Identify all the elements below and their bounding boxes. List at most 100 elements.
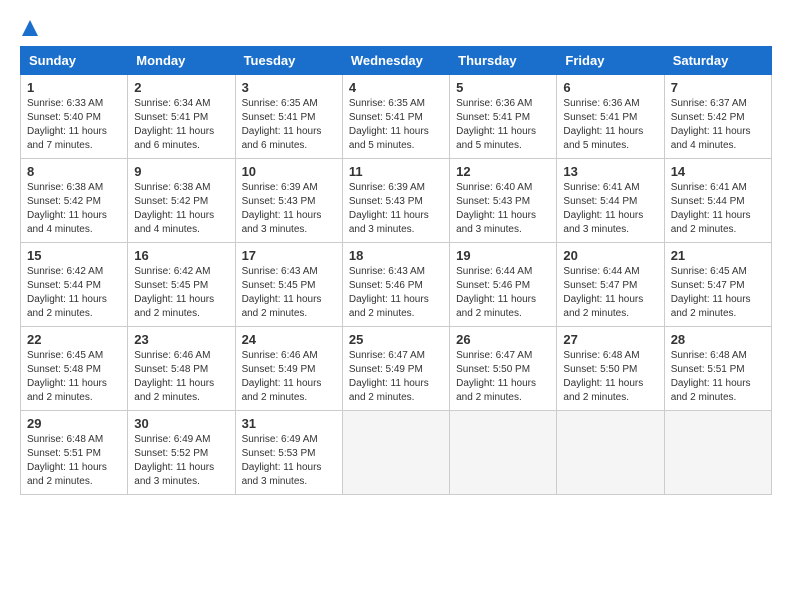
calendar-table: SundayMondayTuesdayWednesdayThursdayFrid… — [20, 46, 772, 495]
day-number: 2 — [134, 80, 228, 95]
day-number: 12 — [456, 164, 550, 179]
weekday-header-thursday: Thursday — [450, 47, 557, 75]
day-cell-27: 27 Sunrise: 6:48 AMSunset: 5:50 PMDaylig… — [557, 327, 664, 411]
day-number: 17 — [242, 248, 336, 263]
day-cell-11: 11 Sunrise: 6:39 AMSunset: 5:43 PMDaylig… — [342, 159, 449, 243]
calendar-week-1: 1 Sunrise: 6:33 AMSunset: 5:40 PMDayligh… — [21, 75, 772, 159]
page-header — [20, 20, 772, 36]
empty-cell — [450, 411, 557, 495]
day-info: Sunrise: 6:36 AMSunset: 5:41 PMDaylight:… — [563, 98, 643, 151]
day-number: 5 — [456, 80, 550, 95]
day-number: 4 — [349, 80, 443, 95]
day-info: Sunrise: 6:39 AMSunset: 5:43 PMDaylight:… — [349, 182, 429, 235]
logo — [20, 20, 38, 36]
day-number: 24 — [242, 332, 336, 347]
day-number: 28 — [671, 332, 765, 347]
day-info: Sunrise: 6:35 AMSunset: 5:41 PMDaylight:… — [349, 98, 429, 151]
day-cell-15: 15 Sunrise: 6:42 AMSunset: 5:44 PMDaylig… — [21, 243, 128, 327]
day-cell-6: 6 Sunrise: 6:36 AMSunset: 5:41 PMDayligh… — [557, 75, 664, 159]
day-info: Sunrise: 6:42 AMSunset: 5:45 PMDaylight:… — [134, 266, 214, 319]
day-cell-24: 24 Sunrise: 6:46 AMSunset: 5:49 PMDaylig… — [235, 327, 342, 411]
day-number: 21 — [671, 248, 765, 263]
calendar-week-3: 15 Sunrise: 6:42 AMSunset: 5:44 PMDaylig… — [21, 243, 772, 327]
weekday-header-sunday: Sunday — [21, 47, 128, 75]
day-info: Sunrise: 6:45 AMSunset: 5:47 PMDaylight:… — [671, 266, 751, 319]
empty-cell — [664, 411, 771, 495]
day-info: Sunrise: 6:35 AMSunset: 5:41 PMDaylight:… — [242, 98, 322, 151]
day-cell-7: 7 Sunrise: 6:37 AMSunset: 5:42 PMDayligh… — [664, 75, 771, 159]
empty-cell — [557, 411, 664, 495]
day-info: Sunrise: 6:46 AMSunset: 5:49 PMDaylight:… — [242, 350, 322, 403]
day-number: 8 — [27, 164, 121, 179]
day-info: Sunrise: 6:49 AMSunset: 5:52 PMDaylight:… — [134, 434, 214, 487]
calendar-week-5: 29 Sunrise: 6:48 AMSunset: 5:51 PMDaylig… — [21, 411, 772, 495]
weekday-header-tuesday: Tuesday — [235, 47, 342, 75]
day-cell-21: 21 Sunrise: 6:45 AMSunset: 5:47 PMDaylig… — [664, 243, 771, 327]
day-number: 25 — [349, 332, 443, 347]
day-number: 23 — [134, 332, 228, 347]
day-number: 11 — [349, 164, 443, 179]
day-info: Sunrise: 6:42 AMSunset: 5:44 PMDaylight:… — [27, 266, 107, 319]
weekday-header-saturday: Saturday — [664, 47, 771, 75]
day-cell-25: 25 Sunrise: 6:47 AMSunset: 5:49 PMDaylig… — [342, 327, 449, 411]
calendar-week-2: 8 Sunrise: 6:38 AMSunset: 5:42 PMDayligh… — [21, 159, 772, 243]
day-cell-30: 30 Sunrise: 6:49 AMSunset: 5:52 PMDaylig… — [128, 411, 235, 495]
day-info: Sunrise: 6:48 AMSunset: 5:50 PMDaylight:… — [563, 350, 643, 403]
day-cell-10: 10 Sunrise: 6:39 AMSunset: 5:43 PMDaylig… — [235, 159, 342, 243]
day-cell-13: 13 Sunrise: 6:41 AMSunset: 5:44 PMDaylig… — [557, 159, 664, 243]
day-number: 10 — [242, 164, 336, 179]
day-number: 9 — [134, 164, 228, 179]
day-info: Sunrise: 6:41 AMSunset: 5:44 PMDaylight:… — [671, 182, 751, 235]
day-number: 18 — [349, 248, 443, 263]
day-number: 16 — [134, 248, 228, 263]
day-number: 22 — [27, 332, 121, 347]
day-cell-20: 20 Sunrise: 6:44 AMSunset: 5:47 PMDaylig… — [557, 243, 664, 327]
day-number: 13 — [563, 164, 657, 179]
day-info: Sunrise: 6:39 AMSunset: 5:43 PMDaylight:… — [242, 182, 322, 235]
day-info: Sunrise: 6:44 AMSunset: 5:47 PMDaylight:… — [563, 266, 643, 319]
day-cell-16: 16 Sunrise: 6:42 AMSunset: 5:45 PMDaylig… — [128, 243, 235, 327]
day-cell-23: 23 Sunrise: 6:46 AMSunset: 5:48 PMDaylig… — [128, 327, 235, 411]
day-cell-18: 18 Sunrise: 6:43 AMSunset: 5:46 PMDaylig… — [342, 243, 449, 327]
day-cell-29: 29 Sunrise: 6:48 AMSunset: 5:51 PMDaylig… — [21, 411, 128, 495]
day-number: 15 — [27, 248, 121, 263]
day-info: Sunrise: 6:48 AMSunset: 5:51 PMDaylight:… — [671, 350, 751, 403]
empty-cell — [342, 411, 449, 495]
day-info: Sunrise: 6:43 AMSunset: 5:46 PMDaylight:… — [349, 266, 429, 319]
day-cell-4: 4 Sunrise: 6:35 AMSunset: 5:41 PMDayligh… — [342, 75, 449, 159]
calendar-week-4: 22 Sunrise: 6:45 AMSunset: 5:48 PMDaylig… — [21, 327, 772, 411]
day-cell-5: 5 Sunrise: 6:36 AMSunset: 5:41 PMDayligh… — [450, 75, 557, 159]
day-number: 27 — [563, 332, 657, 347]
day-info: Sunrise: 6:33 AMSunset: 5:40 PMDaylight:… — [27, 98, 107, 151]
day-info: Sunrise: 6:34 AMSunset: 5:41 PMDaylight:… — [134, 98, 214, 151]
day-number: 19 — [456, 248, 550, 263]
day-cell-9: 9 Sunrise: 6:38 AMSunset: 5:42 PMDayligh… — [128, 159, 235, 243]
day-cell-26: 26 Sunrise: 6:47 AMSunset: 5:50 PMDaylig… — [450, 327, 557, 411]
day-cell-1: 1 Sunrise: 6:33 AMSunset: 5:40 PMDayligh… — [21, 75, 128, 159]
day-cell-22: 22 Sunrise: 6:45 AMSunset: 5:48 PMDaylig… — [21, 327, 128, 411]
day-number: 31 — [242, 416, 336, 431]
day-cell-31: 31 Sunrise: 6:49 AMSunset: 5:53 PMDaylig… — [235, 411, 342, 495]
day-info: Sunrise: 6:46 AMSunset: 5:48 PMDaylight:… — [134, 350, 214, 403]
day-number: 6 — [563, 80, 657, 95]
day-cell-8: 8 Sunrise: 6:38 AMSunset: 5:42 PMDayligh… — [21, 159, 128, 243]
day-number: 26 — [456, 332, 550, 347]
day-number: 29 — [27, 416, 121, 431]
day-info: Sunrise: 6:47 AMSunset: 5:49 PMDaylight:… — [349, 350, 429, 403]
day-number: 20 — [563, 248, 657, 263]
weekday-header-wednesday: Wednesday — [342, 47, 449, 75]
weekday-header-friday: Friday — [557, 47, 664, 75]
day-cell-14: 14 Sunrise: 6:41 AMSunset: 5:44 PMDaylig… — [664, 159, 771, 243]
day-info: Sunrise: 6:44 AMSunset: 5:46 PMDaylight:… — [456, 266, 536, 319]
day-number: 1 — [27, 80, 121, 95]
day-info: Sunrise: 6:41 AMSunset: 5:44 PMDaylight:… — [563, 182, 643, 235]
day-info: Sunrise: 6:40 AMSunset: 5:43 PMDaylight:… — [456, 182, 536, 235]
day-info: Sunrise: 6:47 AMSunset: 5:50 PMDaylight:… — [456, 350, 536, 403]
day-cell-12: 12 Sunrise: 6:40 AMSunset: 5:43 PMDaylig… — [450, 159, 557, 243]
day-number: 7 — [671, 80, 765, 95]
day-info: Sunrise: 6:37 AMSunset: 5:42 PMDaylight:… — [671, 98, 751, 151]
day-number: 3 — [242, 80, 336, 95]
day-cell-3: 3 Sunrise: 6:35 AMSunset: 5:41 PMDayligh… — [235, 75, 342, 159]
day-info: Sunrise: 6:43 AMSunset: 5:45 PMDaylight:… — [242, 266, 322, 319]
day-number: 30 — [134, 416, 228, 431]
